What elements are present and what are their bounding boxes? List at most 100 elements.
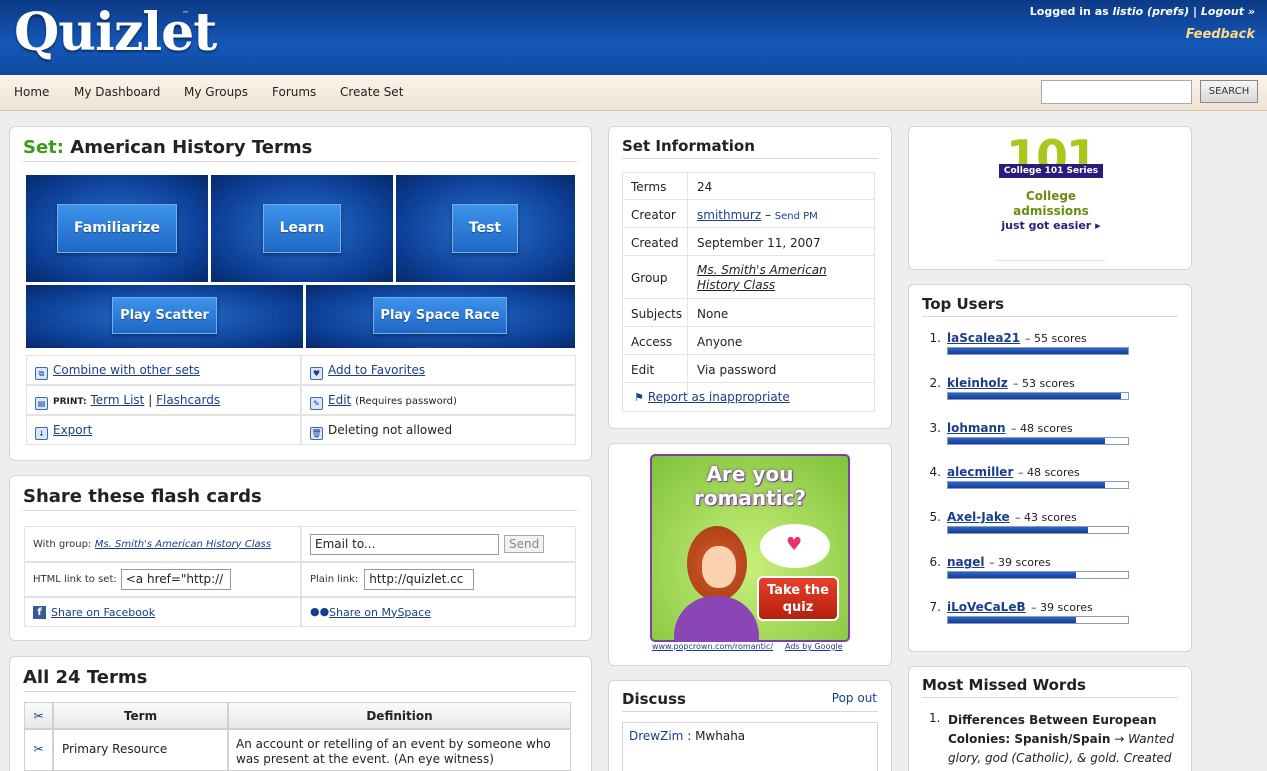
row-scissors-icon[interactable]: ✂ [33,742,43,756]
score-bar [947,481,1129,490]
nav-create-set[interactable]: Create Set [340,85,403,99]
html-link-label: HTML link to set: [33,574,117,585]
ad-panel: Are you romantic? ♥ Take the quiz www.po… [608,443,892,666]
play-space-race-button[interactable]: Play Space Race [373,297,507,334]
learn-button[interactable]: Learn [263,204,341,253]
email-input[interactable]: Email to... [310,533,499,555]
test-button[interactable]: Test [452,204,518,253]
export-link[interactable]: Export [53,423,92,437]
prefs-link[interactable]: (prefs) [1147,5,1189,18]
college-101-ad[interactable]: 101 College 101 Series College admission… [997,133,1105,261]
discuss-message: Mwhaha [695,729,746,743]
score-bar-fill [948,572,1076,578]
myspace-cell[interactable]: ●● Share on MySpace [301,597,576,627]
info-key: Edit [631,363,655,377]
play-scatter-button[interactable]: Play Scatter [112,297,217,334]
score-separator: – [989,556,995,569]
info-row-created: Created September 11, 2007 [622,228,875,256]
score-bar [947,347,1129,355]
trademark: ™ [182,10,189,18]
score-separator: – [1031,600,1037,614]
take-quiz-button[interactable]: Take the quiz [757,576,839,621]
nav-forums[interactable]: Forums [272,85,316,99]
nav-my-dashboard[interactable]: My Dashboard [74,85,160,99]
feedback-link[interactable]: Feedback [1186,27,1255,42]
facebook-cell[interactable]: f Share on Facebook [24,597,301,627]
top-user-link[interactable]: Axel-Jake [947,510,1010,524]
username[interactable]: listio [1113,5,1144,18]
myspace-link[interactable]: Share on MySpace [329,606,431,619]
plain-link-input[interactable]: http://quizlet.cc [364,569,475,590]
discuss-messages[interactable]: DrewZim : Mwhaha [622,722,878,771]
nav-home[interactable]: Home [14,85,49,99]
scissors-icon[interactable]: ✂ [33,709,43,723]
report-link[interactable]: Report as inappropriate [648,390,790,404]
creator-link[interactable]: smithmurz [697,208,761,222]
top-user-link[interactable]: iLoVeCaLeB [947,600,1026,614]
top-user-link[interactable]: alecmiller [947,465,1013,479]
promo-panel: 101 College 101 Series College admission… [908,126,1192,270]
familiarize-tile[interactable]: Familiarize [26,175,208,282]
favorites-link[interactable]: Add to Favorites [328,363,425,377]
top-user-link[interactable]: lohmann [947,421,1006,435]
combine-link[interactable]: Combine with other sets [53,363,200,377]
pop-out-link[interactable]: Pop out [832,691,877,705]
missed-rank: 1. [929,711,941,725]
play-scatter-tile[interactable]: Play Scatter [26,285,303,348]
test-tile[interactable]: Test [396,175,575,282]
flashcards-link[interactable]: Flashcards [156,393,220,407]
html-link-input[interactable]: <a href="http:// [120,569,231,590]
edit-link[interactable]: Edit [328,393,351,407]
ads-by-google-link[interactable]: Ads by Google [785,642,843,651]
top-user-link[interactable]: nagel [947,555,984,569]
term-list-link[interactable]: Term List [90,393,144,407]
top-user-link[interactable]: kleinholz [947,376,1008,390]
share-group-link[interactable]: Ms. Smith's American History Class [95,539,271,550]
print-label: PRINT: [53,397,87,407]
info-row-terms: Terms 24 [622,172,875,200]
info-value: September 11, 2007 [697,236,821,250]
share-panel: Share these flash cards With group: Ms. … [9,475,592,641]
ad-url-link[interactable]: www.popcrown.com/romantic/ [652,642,773,651]
set-title: Set: American History Terms [23,137,577,162]
logout-link[interactable]: Logout » [1201,5,1255,18]
send-button[interactable]: Send [504,535,545,553]
send-pm-link[interactable]: Send PM [775,211,818,222]
facebook-link[interactable]: Share on Facebook [51,606,155,619]
nav-my-groups[interactable]: My Groups [184,85,248,99]
ad-cta-line2: quiz [782,600,814,615]
report-row[interactable]: ⚑ Report as inappropriate [634,390,790,404]
plain-link-label: Plain link: [310,574,359,585]
search-input[interactable] [1041,80,1192,104]
top-user-row: 3. lohmann – 48 scores [927,421,1167,451]
discuss-user-link[interactable]: DrewZim [629,729,683,743]
play-space-race-tile[interactable]: Play Space Race [306,285,575,348]
search-button[interactable]: SEARCH [1200,80,1258,103]
info-row-subjects: Subjects None [622,299,875,327]
top-user-scores: – 39 scores [1031,601,1093,614]
promo-line1: College [1025,189,1077,203]
info-value: 24 [697,180,713,194]
woman-body-shape [674,596,759,642]
definition-column-header[interactable]: Definition [228,702,571,729]
learn-tile[interactable]: Learn [211,175,393,282]
top-user-row: 6. nagel – 39 scores [927,555,1167,585]
combine-cell[interactable]: ⧉ Combine with other sets [26,355,301,385]
term-column-header[interactable]: Term [53,702,228,729]
top-user-scores: – 48 scores [1011,422,1073,435]
login-status: Logged in as listio (prefs) | Logout » [1030,5,1255,18]
discuss-panel: Discuss Pop out DrewZim : Mwhaha [608,680,892,771]
top-user-link[interactable]: laScalea21 [947,331,1020,345]
printer-icon: ▤ [35,397,48,410]
export-cell[interactable]: ↓ Export [26,415,301,445]
favorites-cell[interactable]: ♥ Add to Favorites [301,355,576,385]
print-cell: ▤ PRINT: Term List | Flashcards [26,385,301,415]
myspace-icon: ●● [310,605,330,618]
score-separator: – [1025,332,1031,345]
group-link[interactable]: Ms. Smith's American History Class [697,263,872,293]
ad-banner[interactable]: Are you romantic? ♥ Take the quiz [650,454,850,642]
score-bar-fill [948,437,1105,444]
score-bar [947,615,1129,624]
familiarize-button[interactable]: Familiarize [57,204,177,253]
score-count: 43 scores [1024,511,1077,525]
